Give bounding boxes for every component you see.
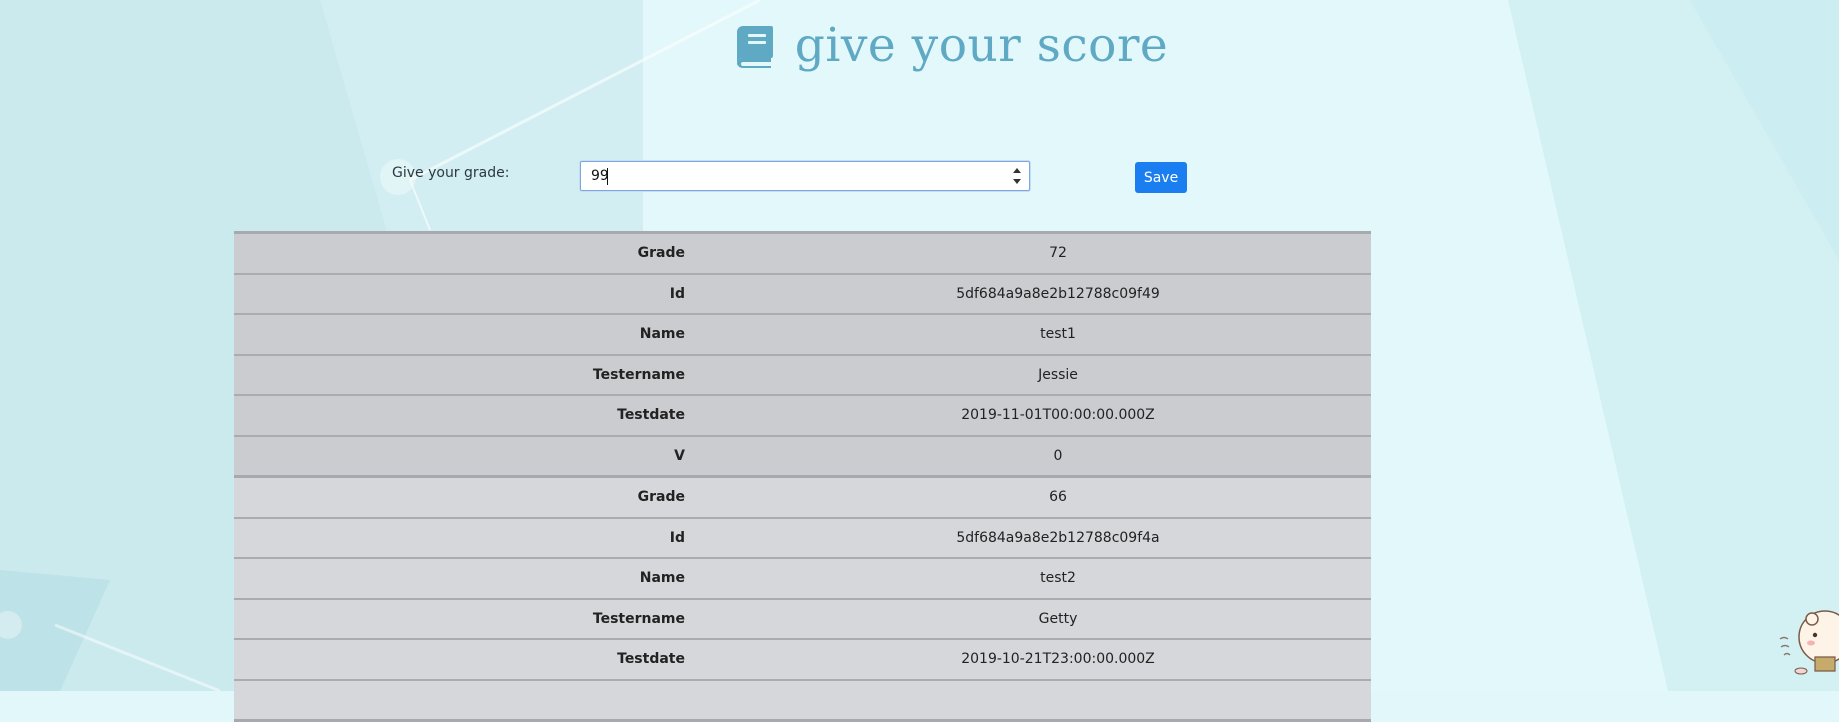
save-button[interactable]: Save [1135,162,1187,193]
field-value: 5df684a9a8e2b12788c09f49 [956,285,1160,302]
spin-up-icon[interactable] [1013,168,1021,173]
record: Grade 66 Id 5df684a9a8e2b12788c09f4a Nam… [234,478,1371,722]
grade-label: Give your grade: [392,165,510,181]
field-value: 5df684a9a8e2b12788c09f4a [956,529,1160,546]
field-key: Id [669,529,685,546]
field-value: test2 [1040,570,1076,587]
field-key: Testername [592,610,685,627]
field-key: Testdate [617,407,685,424]
table-row: Testername Jessie [234,356,1371,396]
page-title-bar: give your score [0,18,1839,73]
table-row: Id 5df684a9a8e2b12788c09f4a [234,519,1371,559]
field-key: Name [639,326,685,343]
page-title: give your score [794,18,1169,73]
field-key: V [674,447,685,464]
record: Grade 72 Id 5df684a9a8e2b12788c09f49 Nam… [234,234,1371,478]
table-row: Name test1 [234,315,1371,356]
table-row: Testdate 2019-11-01T00:00:00.000Z [234,396,1371,437]
field-value: 66 [1049,489,1067,506]
book-icon [736,25,773,68]
table-row: V 0 [234,437,1371,476]
grade-input[interactable]: 99 [580,161,1030,191]
field-key: Id [669,285,685,302]
field-value: 2019-11-01T00:00:00.000Z [961,407,1155,424]
mascot-sticker [1779,610,1839,675]
field-value: test1 [1040,326,1076,343]
table-row [234,681,1371,720]
table-row: Testername Getty [234,600,1371,640]
number-spinner[interactable] [1013,168,1021,184]
table-row: Id 5df684a9a8e2b12788c09f49 [234,275,1371,315]
field-value: Jessie [1038,366,1078,383]
field-value: 72 [1049,245,1067,262]
field-value: Getty [1038,610,1078,627]
table-row: Testdate 2019-10-21T23:00:00.000Z [234,640,1371,681]
text-caret [607,168,608,185]
field-value: 2019-10-21T23:00:00.000Z [961,651,1155,668]
table-row: Grade 66 [234,478,1371,519]
field-key: Grade [637,245,685,262]
field-key: Name [639,570,685,587]
field-value: 0 [1053,447,1063,464]
table-row: Grade 72 [234,234,1371,275]
field-key: Testername [592,366,685,383]
records-table: Grade 72 Id 5df684a9a8e2b12788c09f49 Nam… [234,231,1371,722]
field-key: Grade [637,489,685,506]
field-key: Testdate [617,651,685,668]
spin-down-icon[interactable] [1013,179,1021,184]
table-row: Name test2 [234,559,1371,600]
